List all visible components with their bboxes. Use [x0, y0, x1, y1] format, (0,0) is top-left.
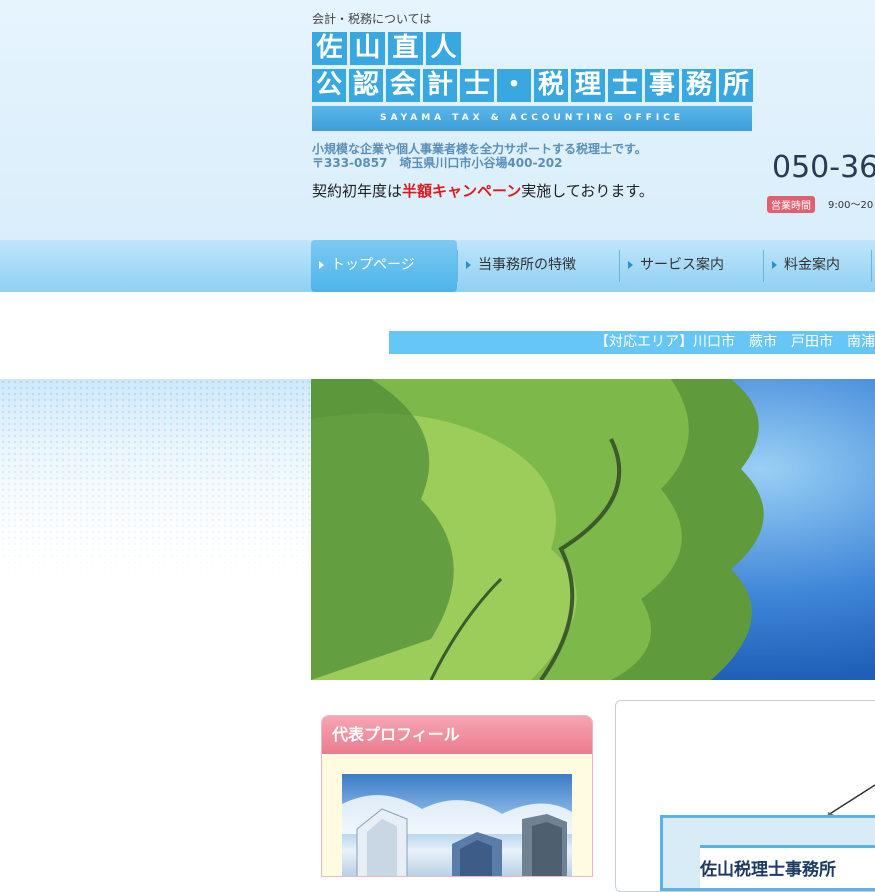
nav-label: サービス案内 [640, 257, 724, 273]
logo-char: 佐 [312, 32, 347, 65]
service-area-bar: 【対応エリア】川口市 蕨市 戸田市 南浦 [389, 331, 875, 354]
nav-item-services[interactable]: サービス案内 [620, 240, 762, 292]
office-sign-text: 佐山税理士事務所 [700, 860, 836, 880]
logo-english: SAYAMA TAX & ACCOUNTING OFFICE [312, 106, 752, 131]
logo-char: ・ [497, 69, 531, 102]
campaign-text: 契約初年度は半額キャンペーン実施しております。 [312, 180, 654, 201]
nav-label: 当事務所の特徴 [478, 257, 576, 273]
left-decoration [0, 379, 311, 579]
logo-char: 所 [719, 69, 753, 102]
logo-char: 士 [608, 69, 642, 102]
arrow-right-icon [772, 261, 777, 269]
campaign-highlight: 半額キャンペーン [402, 182, 522, 200]
global-nav: トップページ 当事務所の特徴 サービス案内 料金案内 [0, 240, 875, 292]
logo-char: 事 [645, 69, 679, 102]
logo-name[interactable]: 佐 山 直 人 [312, 32, 461, 65]
nav-item-features[interactable]: 当事務所の特徴 [458, 240, 618, 292]
profile-heading[interactable]: 代表プロフィール [322, 716, 592, 754]
arrow-right-icon [628, 261, 633, 269]
logo-char: 直 [388, 32, 423, 65]
hero-tree-illustration [311, 379, 875, 680]
arrow-right-icon [319, 261, 324, 269]
logo-char: 会 [386, 69, 420, 102]
campaign-suffix: 実施しております。 [521, 182, 654, 200]
nav-item-pricing[interactable]: 料金案内 [764, 240, 870, 292]
logo-office-name[interactable]: 公 認 会 計 士 ・ 税 理 士 事 務 所 [312, 69, 753, 102]
campaign-prefix: 契約初年度は [312, 182, 403, 200]
buildings-illustration [342, 795, 572, 876]
logo-char: 計 [423, 69, 457, 102]
tagline-small: 会計・税務については [312, 12, 432, 26]
site-header: 会計・税務については 佐 山 直 人 公 認 会 計 士 ・ 税 理 士 事 務… [0, 0, 875, 240]
hours-text: 9:00〜20 [828, 200, 874, 211]
nav-label: トップページ [331, 257, 415, 273]
phone-number[interactable]: 050-36 [772, 150, 875, 185]
arrow-right-icon [466, 261, 471, 269]
hero-image [311, 379, 875, 680]
nav-label: 料金案内 [784, 257, 840, 273]
logo-char: 務 [682, 69, 716, 102]
profile-box: 代表プロフィール [321, 715, 593, 877]
nav-item-top[interactable]: トップページ [311, 240, 457, 292]
logo-char: 公 [312, 69, 346, 102]
office-address: 〒333-0857 埼玉県川口市小谷場400-202 [312, 156, 563, 170]
logo-char: 税 [534, 69, 568, 102]
sign-hanger-icon [827, 784, 875, 818]
logo-char: 理 [571, 69, 605, 102]
logo-char: 山 [350, 32, 385, 65]
logo-char: 士 [460, 69, 494, 102]
logo-char: 認 [349, 69, 383, 102]
nav-divider [871, 250, 872, 282]
hours-badge: 営業時間 [767, 196, 815, 213]
logo-char: 人 [426, 32, 461, 65]
profile-photo [342, 774, 572, 876]
